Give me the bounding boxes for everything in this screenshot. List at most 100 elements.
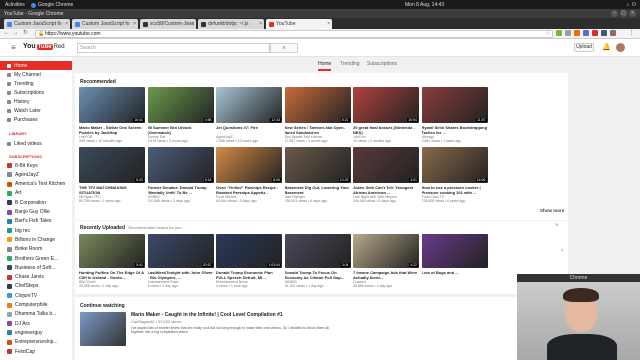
video-thumbnail[interactable]: 6:42 [79,147,145,183]
video-title[interactable]: Lots of Bugs and ... [422,270,488,280]
video-title[interactable]: LastWeekTonight with John Oliver - Rio O… [148,270,214,280]
sidebar-subscription-item[interactable]: Bart's Fish Tales [0,217,72,226]
extension-icon[interactable] [601,30,607,36]
search-input[interactable]: Search [77,43,270,53]
extension-icon[interactable] [610,30,616,36]
sidebar-subscription-item[interactable]: Art [0,189,72,198]
video-title[interactable]: Donald Trump Economic Plan FULL Speech D… [216,270,282,280]
video-channel[interactable]: CarlSagan42 [131,319,154,324]
video-thumbnail[interactable]: 20:57 [147,234,214,268]
sidebar-subscription-item[interactable]: 8-Bit Keys [0,161,72,170]
address-bar[interactable]: 🔒 https://www.youtube.com [35,30,553,38]
video-thumbnail[interactable]: 16:41 [79,87,145,123]
sidebar-subscription-item[interactable]: Brothers Green E... [0,254,72,263]
menu-icon[interactable]: ⋮ [628,30,635,37]
extension-icon[interactable] [592,30,598,36]
tab-custom-js-1[interactable]: Custom JavaScript fo × [4,19,70,29]
extension-icon[interactable] [556,30,562,36]
video-title[interactable]: 50 Summer Bro Unlock [Overwatch] [148,125,214,135]
video-thumbnail[interactable]: 6:18 [147,147,214,183]
video-title[interactable]: How to use a pressure cooker | Pressure … [422,185,488,195]
sidebar-subscription-item[interactable]: Business of Soft... [0,263,72,272]
activities-button[interactable]: Activities [5,2,25,8]
video-thumbnail[interactable]: 4:01 [353,147,419,183]
sidebar-subscription-item[interactable]: Entrepreneurship... [0,338,72,347]
video-title[interactable]: Basement Dig Out, Lowering Your Basement [285,185,351,195]
video-title[interactable]: Mario Maker - Stellar One Screen Puzzles… [79,125,145,135]
video-thumbnail[interactable]: 11:57 [421,87,488,123]
forward-icon[interactable]: → [12,30,19,37]
clock[interactable]: Mon 8 Aug, 14:43 [405,2,444,8]
sidebar-subscription-item[interactable]: Binke Room [0,245,72,254]
video-thumbnail[interactable]: 5:21 [284,87,351,123]
video-title[interactable]: THE TF2 MATCHMAKING SITUATION [79,185,145,195]
sidebar-subscription-item[interactable]: Dhamma Talks b... [0,310,72,319]
sidebar-subscription-item[interactable]: FeistCap [0,347,72,356]
sidebar-item-history[interactable]: History [0,97,72,106]
video-thumbnail[interactable]: 3:04 [284,234,351,268]
hamburger-menu-icon[interactable]: ≡ [11,43,16,52]
next-arrow-icon[interactable]: › [561,247,563,254]
tab-subscriptions[interactable]: Subscriptions [367,61,397,67]
notifications-bell-icon[interactable]: 🔔 [602,43,611,51]
sidebar-item-purchases[interactable]: Purchases [0,115,72,124]
video-thumbnail[interactable]: 4:58 [147,87,214,123]
app-menu[interactable]: Google Chrome [31,2,73,8]
tab-close-icon[interactable]: × [327,21,330,27]
sidebar-subscription-item[interactable]: DJ Ars [0,319,72,328]
reload-icon[interactable]: ↻ [22,30,29,37]
sidebar-subscription-item[interactable]: Billions in Change [0,235,72,244]
sidebar-item-my-channel[interactable]: My Channel [0,70,72,79]
tab-trending[interactable]: Trending [340,61,360,67]
video-title[interactable]: 20 great final bosses [Nintendo - NES] [353,125,419,135]
video-title[interactable]: Jokes Seth Can't Tell: Youngest African … [353,185,419,195]
maximize-icon[interactable]: ▢ [620,10,627,17]
video-thumbnail[interactable]: 12:43 [216,87,282,123]
account-avatar[interactable] [616,43,625,52]
tab-home[interactable]: Home [318,61,332,71]
video-thumbnail[interactable]: 4:22 [353,234,419,268]
video-thumbnail[interactable]: 8:06 [216,147,282,183]
sidebar-subscription-item[interactable]: AgentJayZ [0,170,72,179]
sidebar-item-liked-videos[interactable]: Liked videos [0,139,72,148]
video-thumbnail[interactable]: 1:03:04 [216,234,282,268]
extension-icon[interactable] [565,30,571,36]
sidebar-subscription-item[interactable]: B Corporation [0,198,72,207]
sidebar-subscription-item[interactable]: ChefSteps [0,282,72,291]
video-title[interactable]: 7 Insane Campaign Ads that Were Actually… [353,270,419,280]
tab-github-xcs58[interactable]: xcs58/Custom-Java × [140,19,196,29]
video-title[interactable]: Oven "Grilled" Parsnips Recipe - Roasted… [216,185,282,195]
video-thumbnail[interactable]: 5:41 [79,234,145,268]
video-title[interactable]: Mario Maker - Caught in the Infinite! | … [131,312,283,318]
show-more-button[interactable]: Show more [540,208,564,213]
tab-custom-js-2[interactable]: Custom JavaScript fo × [72,19,138,29]
sidebar-item-home[interactable]: Home [0,61,72,70]
video-thumbnail[interactable]: 16:06 [421,147,488,183]
sidebar-subscription-item[interactable]: big rec [0,226,72,235]
bookmark-star-icon[interactable]: ☆ [545,30,550,37]
extension-icon[interactable] [583,30,589,36]
video-title[interactable]: Ryanll Selin Shares Bootstrapping Tactic… [422,125,488,135]
tab-close-icon[interactable]: × [191,21,194,27]
close-icon[interactable]: × [629,10,636,17]
search-button[interactable]: ⌕ [270,43,298,53]
video-thumbnail[interactable]: 16:54 [353,87,419,123]
sidebar-subscription-item[interactable]: ClojureTV [0,291,72,300]
extension-icon[interactable] [574,30,580,36]
video-thumbnail[interactable]: 13:23 [284,147,351,183]
sidebar-subscription-item[interactable]: Banjo Guy Ollie [0,208,72,217]
minimize-icon[interactable]: – [611,10,618,17]
upload-button[interactable]: Upload [574,43,594,52]
video-title[interactable]: Jet Questions #7: Fire [216,125,282,135]
video-title[interactable]: Former Senator: Donald Trump 'Mentally U… [148,185,214,195]
tab-close-icon[interactable]: × [259,21,262,27]
video-title[interactable]: Hunting Puffins On The Edge Of A Cliff i… [79,270,145,280]
dismiss-icon[interactable]: × [555,223,559,229]
system-tray[interactable]: ♪ ⏻ [627,2,636,8]
back-icon[interactable]: ← [3,30,10,37]
tab-close-icon[interactable]: × [65,21,68,27]
tab-close-icon[interactable]: × [133,21,136,27]
sidebar-subscription-item[interactable]: Chase Jarvis [0,273,72,282]
video-title[interactable]: Donald Trump To Focus On Economy As Clin… [285,270,351,280]
sidebar-item-watch-later[interactable]: Watch Later [0,106,72,115]
